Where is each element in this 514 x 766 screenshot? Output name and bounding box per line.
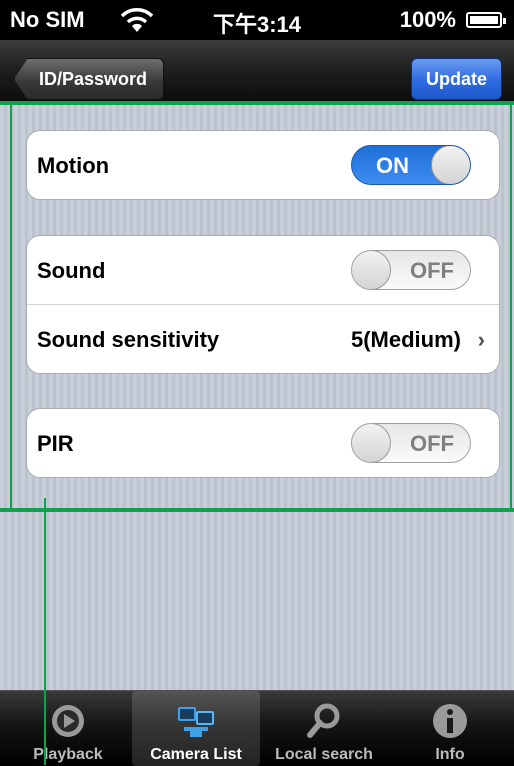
sound-row: Sound OFF [27, 236, 499, 305]
sound-sensitivity-value: 5(Medium) [351, 327, 461, 352]
sound-toggle[interactable]: OFF [351, 250, 471, 290]
toggle-knob [431, 146, 470, 184]
motion-group: Motion ON [26, 130, 500, 200]
motion-toggle-text: ON [376, 153, 409, 178]
sound-sensitivity-row[interactable]: Sound sensitivity 5(Medium) › [27, 305, 499, 373]
tab-local-search[interactable]: Local search [260, 691, 388, 766]
overlay-line-bottom [0, 508, 514, 512]
tab-bar: Playback Camera List Local search Info [0, 690, 514, 766]
overlay-line-right [510, 101, 512, 512]
overlay-line-vertical [44, 498, 46, 765]
search-icon [307, 703, 340, 738]
battery-percent: 100% [399, 7, 456, 32]
tab-info[interactable]: Info [386, 691, 514, 766]
pir-row: PIR OFF [27, 409, 499, 477]
tab-camera-list-label: Camera List [150, 746, 242, 763]
tab-info-label: Info [435, 746, 465, 763]
navigation-bar: ID/Password Update [0, 40, 514, 103]
sound-sensitivity-label: Sound sensitivity [37, 327, 220, 352]
pir-label: PIR [37, 431, 74, 456]
settings-content: Motion ON Sound OFF Sound sensitivity 5(… [0, 104, 514, 690]
pir-toggle[interactable]: OFF [351, 423, 471, 463]
sound-toggle-text: OFF [410, 258, 454, 283]
toggle-knob [352, 424, 391, 462]
update-button[interactable]: Update [410, 58, 502, 100]
back-button[interactable]: ID/Password [14, 58, 165, 100]
overlay-line-left [10, 101, 12, 512]
motion-toggle[interactable]: ON [351, 145, 471, 185]
motion-label: Motion [37, 153, 110, 178]
camera-list-icon [178, 707, 214, 737]
tab-playback[interactable]: Playback [4, 691, 132, 766]
toggle-knob [352, 251, 391, 289]
battery-icon [466, 12, 506, 28]
chevron-right-icon: › [477, 327, 485, 352]
sound-label: Sound [37, 258, 106, 283]
tab-playback-label: Playback [33, 746, 103, 763]
playback-icon [52, 705, 84, 737]
tab-camera-list[interactable]: Camera List [132, 691, 260, 766]
tab-local-search-label: Local search [275, 746, 373, 763]
info-icon [433, 704, 467, 738]
pir-group: PIR OFF [26, 408, 500, 478]
motion-row: Motion ON [27, 131, 499, 199]
status-bar: No SIM 下午3:14 100% [0, 0, 514, 40]
pir-toggle-text: OFF [410, 431, 454, 456]
sound-group: Sound OFF Sound sensitivity 5(Medium) › [26, 235, 500, 374]
overlay-line-top [0, 101, 514, 105]
